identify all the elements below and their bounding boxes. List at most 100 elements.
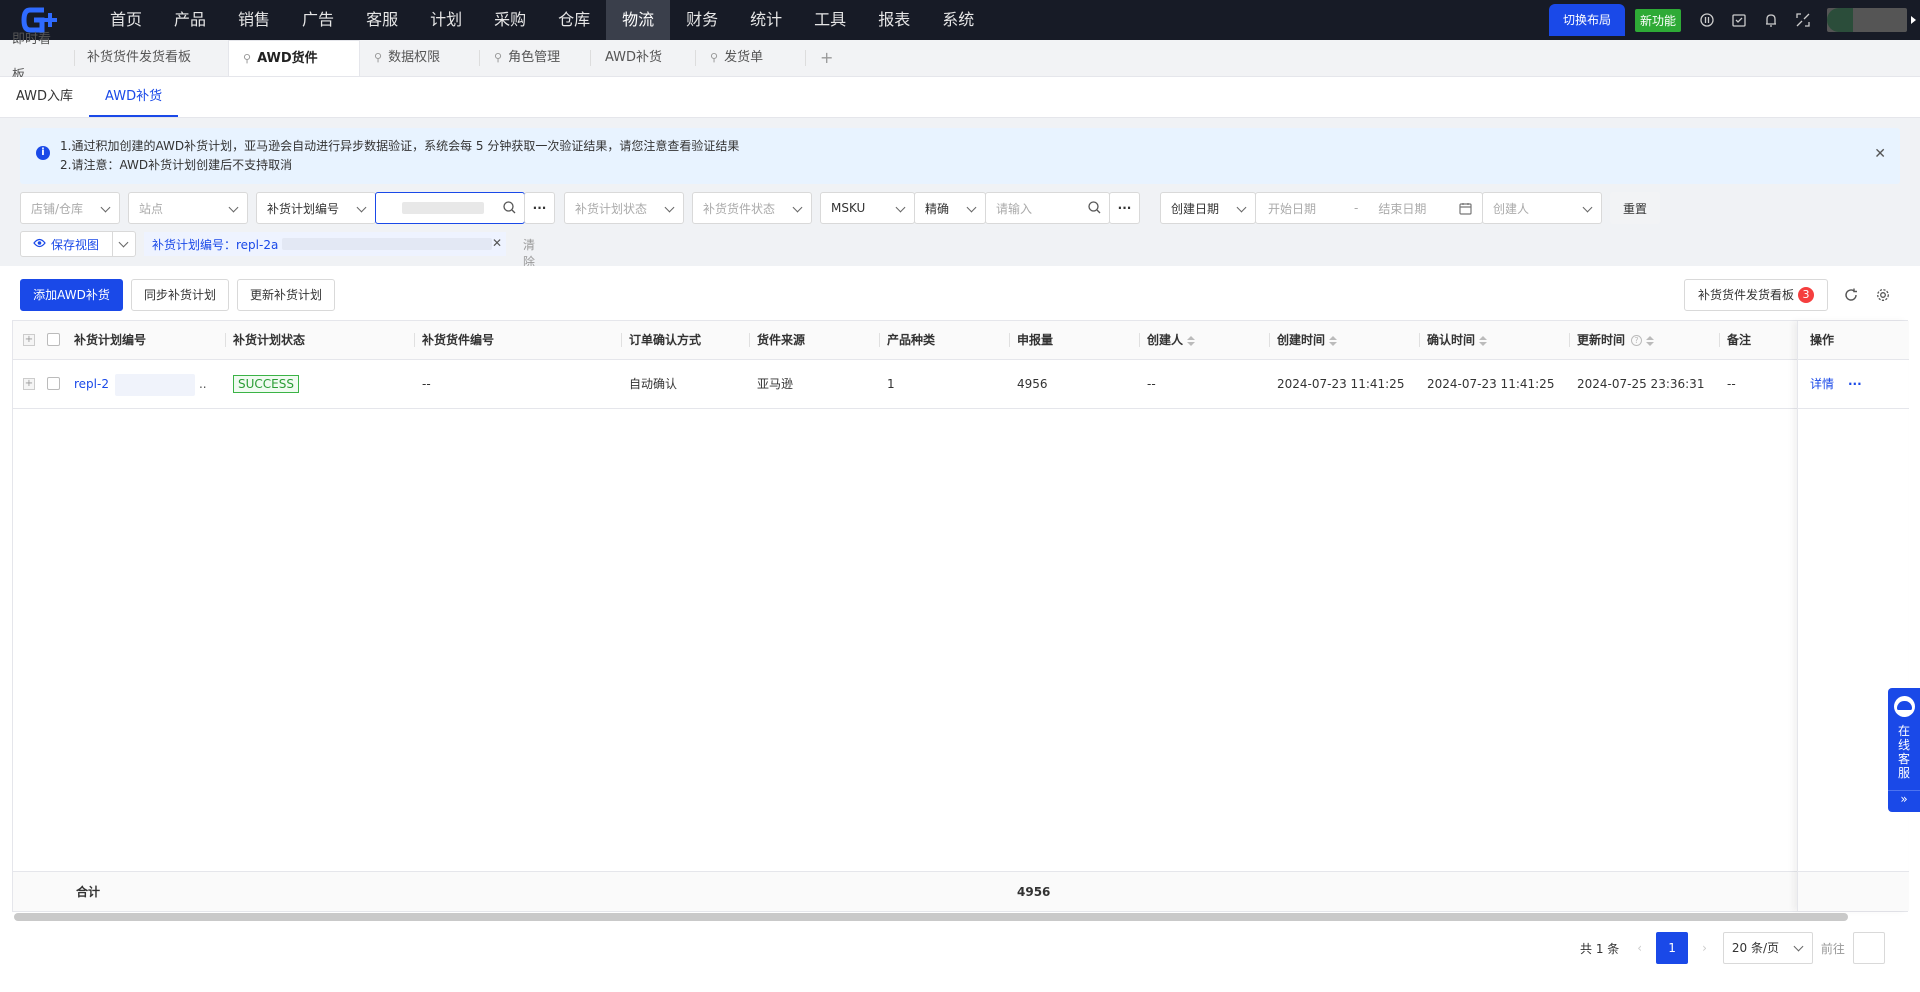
next-page-icon[interactable]: › (1702, 941, 1707, 955)
chevron-down-icon[interactable] (118, 237, 129, 248)
menu-service[interactable]: 客服 (350, 0, 414, 40)
search-icon[interactable] (503, 201, 516, 217)
sku-search-input[interactable]: 请输入 (985, 192, 1110, 224)
close-icon[interactable]: ✕ (1874, 146, 1886, 162)
match-mode-select[interactable]: 精确 (914, 192, 986, 224)
date-separator: - (1354, 201, 1359, 215)
sort-icon[interactable] (1187, 335, 1196, 346)
search-icon[interactable] (1088, 201, 1101, 217)
page-tab-role-management[interactable]: ⚲ 角色管理 (480, 40, 591, 76)
plan-no-search-input[interactable] (375, 192, 525, 224)
plan-no-type-select[interactable]: 补货计划编号 (256, 192, 376, 224)
page-tab-data-permission[interactable]: ⚲ 数据权限 (360, 40, 480, 76)
menu-reports[interactable]: 报表 (862, 0, 926, 40)
add-tab-icon[interactable]: + (806, 40, 847, 76)
caret-right-icon[interactable] (1911, 16, 1916, 24)
switch-layout-button[interactable]: 切换布局 (1548, 4, 1625, 36)
col-actions: 操作 (1810, 333, 1835, 347)
calendar-icon[interactable] (1459, 202, 1472, 218)
double-chevron-right-icon[interactable]: » (1888, 792, 1920, 806)
col-created[interactable]: 创建时间 (1277, 321, 1338, 359)
select-all-checkbox[interactable] (47, 333, 60, 346)
pin-icon[interactable]: ⚲ (374, 40, 382, 76)
menu-warehouse[interactable]: 仓库 (542, 0, 606, 40)
date-range-picker[interactable]: 开始日期 - 结束日期 (1255, 192, 1483, 224)
page-number[interactable]: 1 (1656, 932, 1689, 964)
info-circle-icon[interactable] (1699, 12, 1715, 28)
menu-ads[interactable]: 广告 (286, 0, 350, 40)
row-checkbox[interactable] (47, 377, 60, 390)
more-options-button[interactable]: ··· (524, 192, 555, 224)
menu-system[interactable]: 系统 (926, 0, 990, 40)
sort-icon[interactable] (1329, 335, 1338, 346)
bell-icon[interactable] (1763, 12, 1779, 28)
expand-all-icon[interactable]: + (23, 334, 35, 346)
page-size-select[interactable]: 20 条/页 (1722, 932, 1813, 964)
horizontal-scrollbar[interactable] (14, 913, 1848, 921)
col-updated[interactable]: 更新时间? (1577, 321, 1655, 359)
col-creator[interactable]: 创建人 (1147, 321, 1196, 359)
online-service-widget[interactable]: 在 线 客 服 » (1888, 688, 1920, 812)
more-options-button[interactable]: ··· (1109, 192, 1140, 224)
page-tab-dashboard[interactable]: 即时看板 (0, 32, 75, 83)
refresh-icon[interactable] (1844, 288, 1858, 305)
save-view-button[interactable]: 保存视图 (20, 231, 136, 257)
new-feature-button[interactable]: 新功能 (1634, 8, 1681, 32)
menu-purchase[interactable]: 采购 (478, 0, 542, 40)
menu-logistics[interactable]: 物流 (606, 0, 671, 40)
fullscreen-icon[interactable] (1795, 12, 1811, 28)
tab-label: AWD补货 (605, 50, 663, 65)
col-confirmed[interactable]: 确认时间 (1427, 321, 1488, 359)
reset-button[interactable]: 重置 (1610, 192, 1660, 224)
sku-type-select[interactable]: MSKU (820, 192, 915, 224)
replenish-table: + 补货计划编号 补货计划状态 补货货件编号 订单确认方式 货件来源 产品种类 … (12, 320, 1909, 921)
pin-icon[interactable]: ⚲ (710, 40, 718, 76)
page-tab-shipment-board[interactable]: 补货货件发货看板 (75, 40, 228, 76)
sort-icon[interactable] (1646, 335, 1655, 346)
prev-page-icon[interactable]: ‹ (1637, 941, 1642, 955)
menu-finance[interactable]: 财务 (670, 0, 734, 40)
pin-icon[interactable]: ⚲ (494, 40, 502, 76)
user-avatar[interactable] (1827, 8, 1907, 32)
more-actions-button[interactable]: ··· (1848, 360, 1862, 408)
menu-sales[interactable]: 销售 (222, 0, 286, 40)
update-plan-button[interactable]: 更新补货计划 (237, 279, 335, 311)
service-label: 在 线 客 服 (1888, 724, 1920, 780)
action-column: 操作 详情 ··· (1797, 321, 1908, 911)
filter-bar: 店铺/仓库 站点 补货计划编号 ··· 补货计划状态 补货货件状态 MSKU 精… (20, 192, 1900, 224)
detail-link[interactable]: 详情 (1810, 360, 1834, 408)
menu-tools[interactable]: 工具 (798, 0, 862, 40)
expand-row-icon[interactable]: + (23, 378, 35, 390)
store-select[interactable]: 店铺/仓库 (20, 192, 120, 224)
page-tab-delivery-order[interactable]: ⚲ 发货单 (696, 40, 806, 76)
menu-stats[interactable]: 统计 (734, 0, 798, 40)
plan-no-link[interactable]: repl-2.. (74, 360, 207, 408)
add-awd-replenish-button[interactable]: 添加AWD补货 (20, 279, 123, 311)
filter-chip: 补货计划编号：repl-2a ✕ (144, 232, 506, 256)
status-cell: SUCCESS (233, 360, 299, 408)
creator-select[interactable]: 创建人 (1482, 192, 1602, 224)
sort-icon[interactable] (1479, 335, 1488, 346)
date-type-select[interactable]: 创建日期 (1160, 192, 1256, 224)
goto-page-input[interactable] (1852, 932, 1885, 964)
col-quantity: 申报量 (1017, 333, 1054, 347)
page-tab-awd-shipment[interactable]: ⚲ AWD货件 (228, 40, 360, 76)
shipment-board-button[interactable]: 补货货件发货看板 3 (1684, 279, 1828, 311)
subtab-awd-inbound[interactable]: AWD入库 (0, 77, 89, 117)
plan-status-select[interactable]: 补货计划状态 (564, 192, 684, 224)
shipment-no-cell: -- (422, 377, 431, 391)
page-tab-awd-replenish[interactable]: AWD补货 (591, 40, 696, 76)
site-select[interactable]: 站点 (128, 192, 248, 224)
sync-plan-button[interactable]: 同步补货计划 (131, 279, 229, 311)
menu-product[interactable]: 产品 (158, 0, 222, 40)
shipment-status-select[interactable]: 补货货件状态 (692, 192, 812, 224)
pin-icon[interactable]: ⚲ (243, 41, 251, 77)
gear-icon[interactable] (1876, 288, 1890, 305)
menu-plan[interactable]: 计划 (414, 0, 478, 40)
close-icon[interactable]: ✕ (492, 236, 502, 250)
menu-home[interactable]: 首页 (94, 0, 158, 40)
col-remark: 备注 (1727, 333, 1752, 347)
subtab-awd-replenish[interactable]: AWD补货 (89, 77, 179, 117)
task-check-icon[interactable] (1731, 12, 1747, 28)
help-icon[interactable]: ? (1631, 335, 1643, 346)
